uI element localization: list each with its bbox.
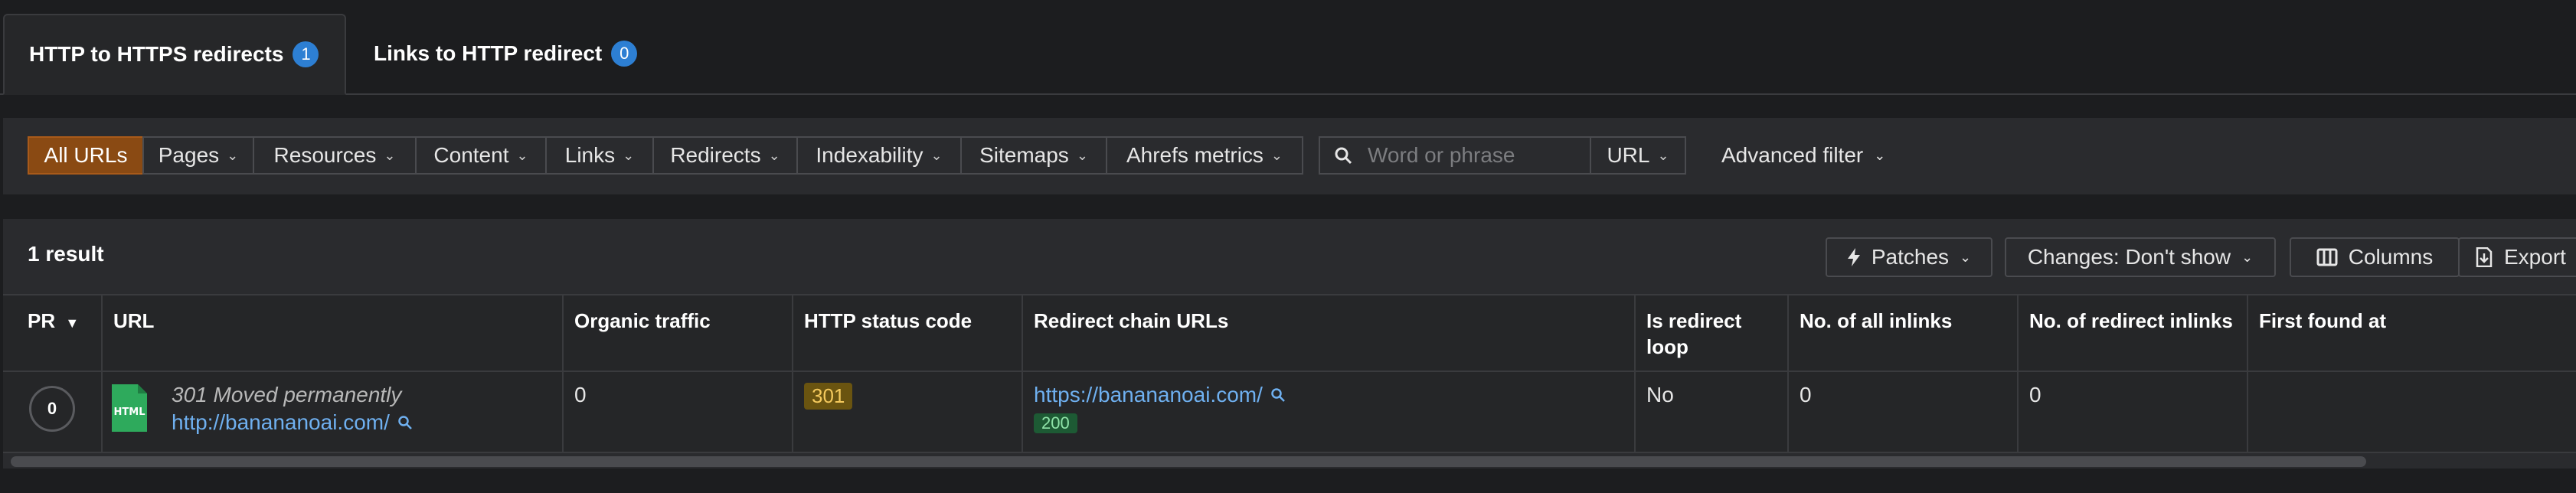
filter-resources[interactable]: Resources ⌄ [253,136,417,175]
chevron-down-icon: ⌄ [1076,147,1088,163]
export-button[interactable]: Export [2458,237,2576,277]
tab-count-badge: 0 [611,41,638,67]
tab-label: HTTP to HTTPS redirects [29,42,284,66]
column-header-all-inlinks[interactable]: No. of all inlinks [1789,295,2019,371]
search-scope-select[interactable]: URL ⌄ [1590,136,1686,175]
column-header-url[interactable]: URL [103,295,564,371]
header-label: PR [28,309,56,332]
horizontal-scrollbar[interactable] [3,453,2576,469]
filter-sitemaps[interactable]: Sitemaps ⌄ [960,136,1107,175]
filter-label: All URLs [44,143,128,167]
filter-label: Links [564,143,616,167]
status-badge-301: 301 [804,383,853,410]
cell-pr: 0 [3,372,103,453]
chevron-down-icon: ⌄ [768,147,780,163]
search-icon[interactable] [1270,387,1286,403]
chain-link-wrap: https://banananoai.com/ [1034,383,1623,407]
download-icon [2475,247,2493,267]
chevron-down-icon: ⌄ [1960,249,1972,265]
search-input[interactable] [1366,142,1584,168]
results-toolbar: 1 result Patches ⌄ Changes: Don't show ⌄… [3,219,2576,295]
chevron-down-icon: ⌄ [1657,147,1669,163]
results-count: 1 result [28,242,104,266]
column-header-pr[interactable]: PR ▼ [3,295,103,371]
column-header-redirect-chain-urls[interactable]: Redirect chain URLs [1023,295,1636,371]
url-link-wrap: http://banananoai.com/ [172,410,413,435]
scope-label: URL [1607,143,1650,167]
filter-label: Sitemaps [979,143,1069,167]
tab-links-to-http-redirect[interactable]: Links to HTTP redirect 0 [374,14,638,93]
tab-http-to-https-redirects[interactable]: HTTP to HTTPS redirects 1 [3,14,346,95]
url-link[interactable]: http://banananoai.com/ [172,410,390,435]
filter-indexability[interactable]: Indexability ⌄ [796,136,962,175]
cell-redirect-chain: https://banananoai.com/ 200 [1023,372,1636,453]
chevron-down-icon: ⌄ [227,147,239,163]
results-table: PR ▼ URL Organic traffic HTTP status cod… [3,295,2576,453]
tabs-bar: HTTP to HTTPS redirects 1 Links to HTTP … [0,0,2576,95]
columns-label: Columns [2348,245,2434,269]
chevron-down-icon: ⌄ [384,147,396,163]
chain-url-link[interactable]: https://banananoai.com/ [1034,383,1263,407]
cell-redirect-inlinks: 0 [2019,372,2248,453]
filter-redirects[interactable]: Redirects ⌄ [652,136,798,175]
filter-label: Redirects [670,143,761,167]
pr-score: 0 [29,386,75,432]
column-header-organic-traffic[interactable]: Organic traffic [564,295,793,371]
filter-label: Pages [158,143,220,167]
chevron-down-icon: ⌄ [2241,249,2254,265]
column-header-http-status-code[interactable]: HTTP status code [793,295,1023,371]
changes-label: Changes: Don't show [2027,245,2231,269]
advanced-filter-label: Advanced filter [1721,143,1864,167]
filter-label: Ahrefs metrics [1126,143,1263,167]
html-file-icon: HTML [110,383,149,433]
filter-links[interactable]: Links ⌄ [545,136,654,175]
chevron-down-icon: ⌄ [930,147,943,163]
chevron-down-icon: ⌄ [623,147,635,163]
column-header-redirect-inlinks[interactable]: No. of redirect inlinks [2019,295,2248,371]
patches-label: Patches [1871,245,1950,269]
sort-desc-icon: ▼ [65,315,80,331]
changes-select[interactable]: Changes: Don't show ⌄ [2005,237,2276,277]
cell-all-inlinks: 0 [1789,372,2019,453]
search-icon[interactable] [397,415,413,430]
search-icon [1334,146,1352,165]
cell-first-found-at [2248,372,2576,453]
lightning-icon [1847,248,1861,266]
filter-content[interactable]: Content ⌄ [415,136,547,175]
chevron-down-icon: ⌄ [1874,147,1886,163]
tab-label: Links to HTTP redirect [374,41,603,65]
filter-label: Content [433,143,509,167]
export-label: Export [2504,245,2566,269]
columns-icon [2316,248,2338,266]
filter-ahrefs-metrics[interactable]: Ahrefs metrics ⌄ [1106,136,1303,175]
url-status-text: 301 Moved permanently [172,383,402,406]
cell-http-status: 301 [793,372,1023,453]
tab-count-badge: 1 [293,41,319,67]
svg-text:HTML: HTML [114,406,145,418]
filter-bar: All URLs Pages ⌄ Resources ⌄ Content ⌄ Link… [3,118,2576,194]
column-header-first-found-at[interactable]: First found at [2248,295,2576,371]
chevron-down-icon: ⌄ [1270,147,1283,163]
status-badge-200: 200 [1034,413,1077,433]
filter-all-urls[interactable]: All URLs [28,136,144,175]
cell-organic-traffic: 0 [564,372,793,453]
filter-label: Resources [273,143,377,167]
columns-button[interactable]: Columns [2290,237,2460,277]
filter-label: Indexability [816,143,924,167]
cell-is-redirect-loop: No [1636,372,1789,453]
patches-button[interactable]: Patches ⌄ [1826,237,1992,277]
column-header-is-redirect-loop[interactable]: Is redirect loop [1636,295,1789,371]
search-box [1319,136,1591,175]
advanced-filter-button[interactable]: Advanced filter ⌄ [1721,136,1885,175]
chevron-down-icon: ⌄ [516,147,528,163]
cell-url: HTML 301 Moved permanently http://banana… [103,372,564,453]
filter-pages[interactable]: Pages ⌄ [142,136,254,175]
scrollbar-thumb[interactable] [11,456,2366,467]
